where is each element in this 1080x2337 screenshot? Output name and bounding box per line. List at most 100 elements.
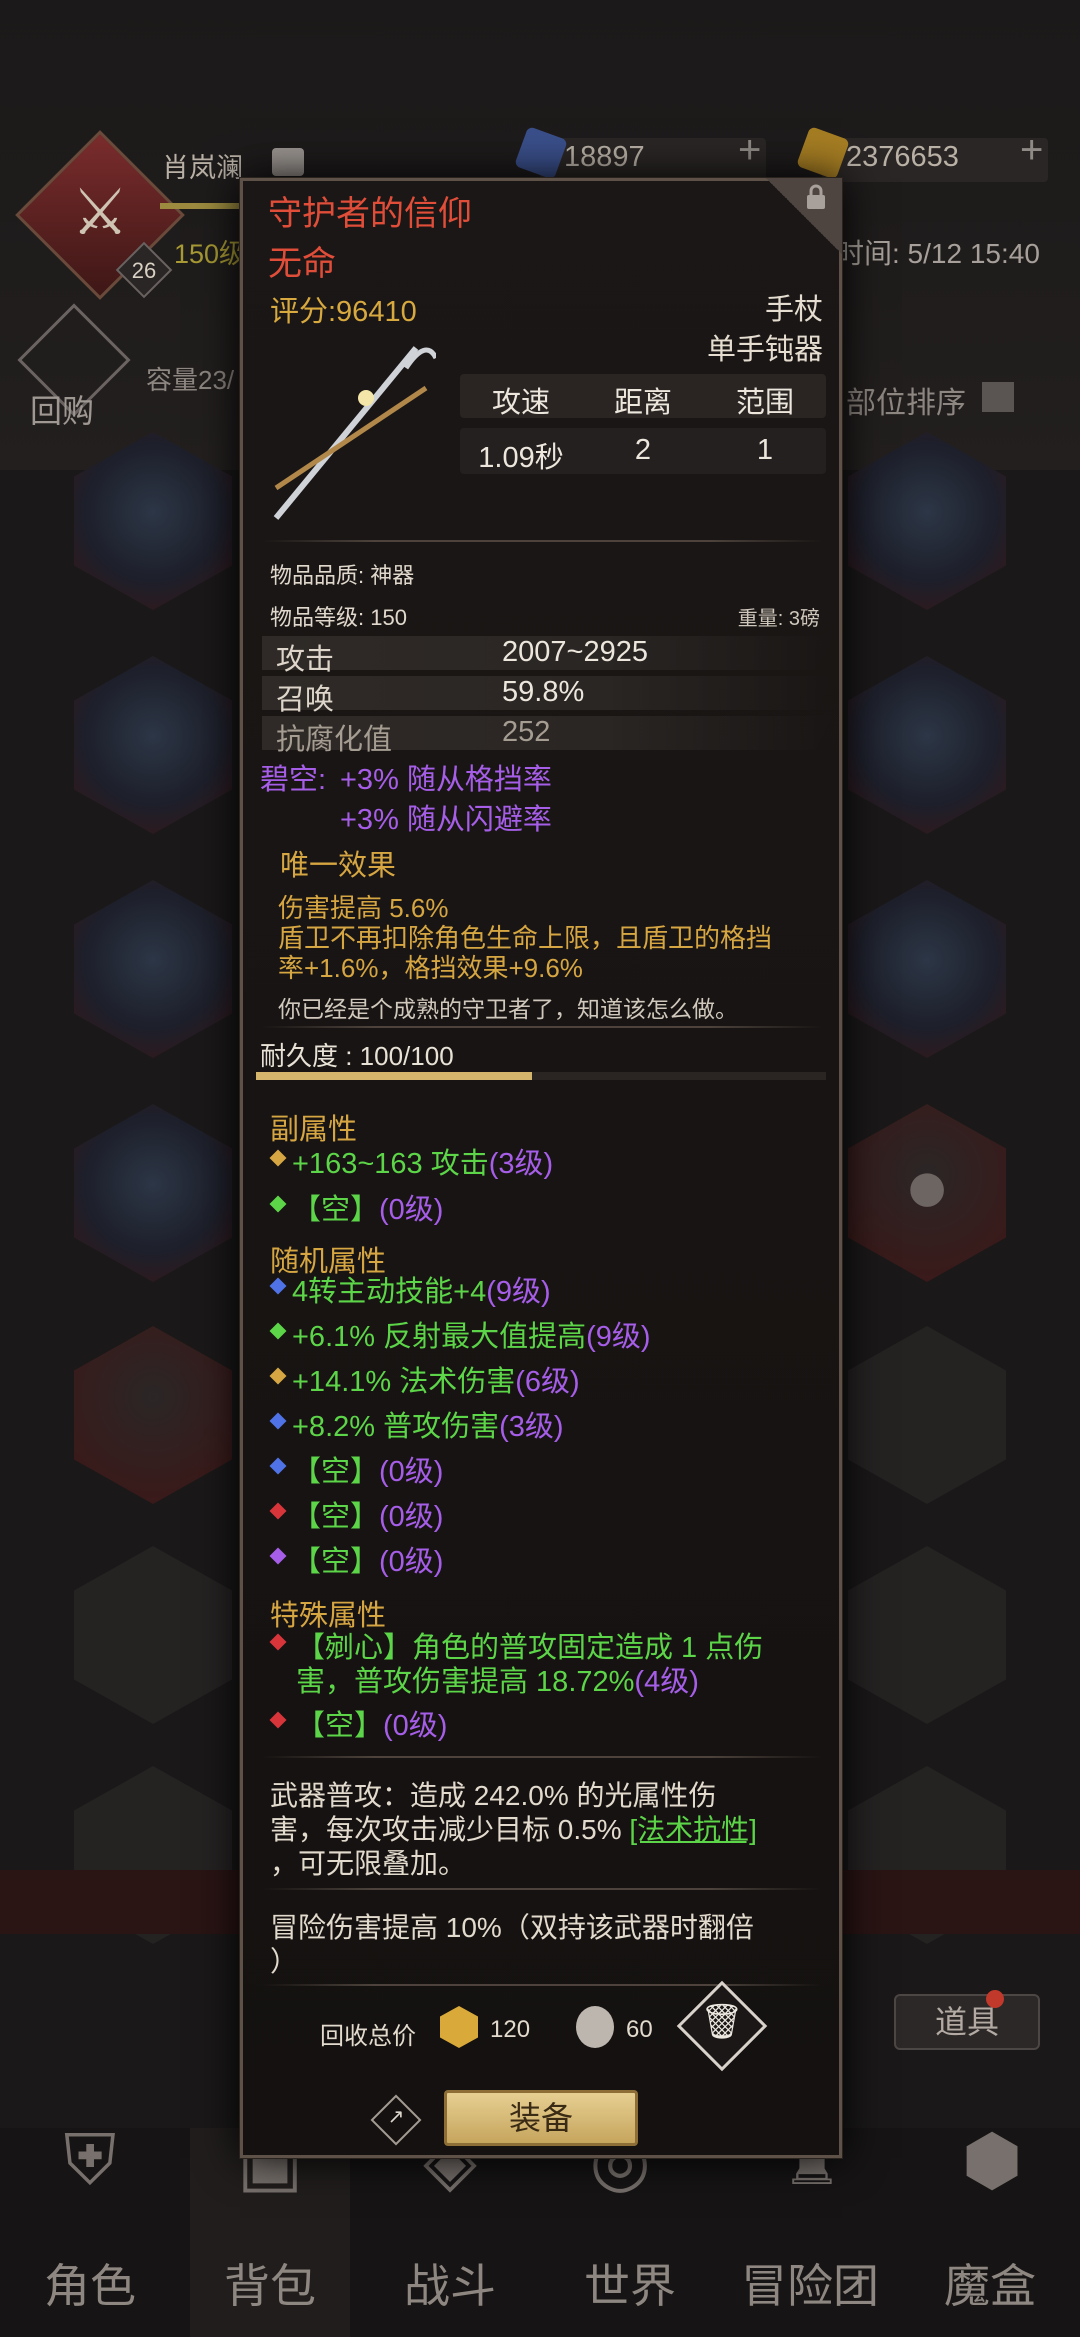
item-quality: 物品品质: 神器 [270, 563, 415, 588]
inventory-slot[interactable] [74, 880, 232, 1058]
attribute-line: +6.1% 反射最大值提高(9级) [292, 1313, 651, 1355]
nav-character[interactable]: 角色 [0, 2250, 180, 2316]
attribute-text: +163~163 攻击 [292, 1148, 489, 1180]
recycle-total-label: 回收总价 [320, 2023, 416, 2050]
item-level: 物品等级: 150 [270, 605, 407, 630]
set-effect: +3% 随从闪避率 [340, 804, 552, 836]
staff-icon [273, 346, 436, 520]
inventory-slot-empty[interactable] [74, 1546, 232, 1724]
add-blue-currency-button[interactable]: + [738, 128, 761, 173]
attribute-name: 抗腐化值 [276, 724, 393, 756]
stats-value-row: 1.09秒 2 1 [460, 428, 826, 474]
adventure-bonus-line: 冒险伤害提高 10%（双持该武器时翻倍 [270, 1912, 754, 1943]
currency-gold-value: 2376653 [846, 141, 959, 173]
stat-header-area: 范围 [735, 387, 794, 419]
divider [262, 1888, 822, 1890]
attribute-text: 【空】 [292, 1456, 380, 1488]
flavor-text: 你已经是个成熟的守卫者了，知道该怎么做。 [278, 996, 738, 1022]
attribute-name: 攻击 [276, 644, 335, 676]
attribute-level: (0级) [379, 1194, 444, 1226]
crossed-swords-icon: ⚔ [71, 176, 129, 248]
helmet-icon[interactable]: ⛨ [44, 2110, 136, 2210]
item-name: 守护者的信仰 [268, 195, 472, 233]
special-attribute-text: 害，普攻伤害提高 18.72% [296, 1666, 635, 1698]
divider [262, 540, 822, 542]
inventory-slot[interactable] [74, 1104, 232, 1282]
cube-icon[interactable]: ⬢ [946, 2110, 1038, 2210]
attribute-name: 召唤 [276, 684, 335, 716]
unique-effect-line: 率+1.6%，格挡效果+9.6% [278, 953, 583, 983]
adventure-bonus-line: ） [270, 1946, 299, 1977]
attribute-line: 4转主动技能+4(9级) [292, 1268, 551, 1310]
recycle-coin-value: 120 [490, 2016, 531, 2043]
set-effect: +3% 随从格挡率 [340, 764, 552, 796]
attribute-text: +8.2% 普攻伤害 [292, 1411, 500, 1443]
attribute-line: 【空】(0级) [292, 1186, 443, 1228]
capacity-label: 容量23/ [146, 365, 235, 395]
currency-blue-value: 18897 [564, 141, 645, 173]
attribute-line: +8.2% 普攻伤害(3级) [292, 1403, 564, 1445]
sort-checkbox[interactable] [982, 382, 1014, 412]
avatar-level-text: 26 [131, 258, 157, 283]
weapon-attack-line: ，可无限叠加。 [270, 1848, 467, 1879]
sort-by-slot-label: 部位排序 [846, 387, 966, 420]
attribute-text: 4转主动技能+4 [292, 1276, 487, 1308]
stat-header-speed: 攻速 [491, 387, 550, 419]
add-gold-currency-button[interactable]: + [1020, 128, 1043, 173]
special-attribute-level: (4级) [634, 1666, 699, 1698]
stats-header-row: 攻速 距离 范围 [460, 374, 826, 419]
notification-dot [986, 1990, 1004, 2008]
special-empty-level: (0级) [383, 1710, 448, 1742]
divider [262, 1756, 822, 1758]
items-tab-button[interactable]: 道具 [894, 1994, 1040, 2050]
dust-icon [576, 2006, 614, 2048]
inventory-slot[interactable] [74, 656, 232, 834]
attribute-level: (3级) [488, 1148, 554, 1180]
attribute-text: +6.1% 反射最大值提高 [292, 1321, 587, 1353]
item-weapon-class: 单手钝器 [706, 334, 823, 366]
inventory-slot[interactable] [848, 656, 1006, 834]
player-level: 150级 [174, 239, 247, 269]
attribute-level: (0级) [379, 1456, 444, 1488]
equip-button[interactable]: 装备 [444, 2090, 638, 2146]
attribute-text: 【空】 [292, 1501, 380, 1533]
nav-world[interactable]: 世界 [540, 2250, 720, 2316]
inventory-slot-empty[interactable] [848, 1546, 1006, 1724]
stat-header-range: 距离 [613, 387, 672, 419]
attribute-level: (3级) [499, 1411, 564, 1443]
special-attribute-line2: 害，普攻伤害提高 18.72%(4级) [296, 1658, 699, 1700]
stat-value-speed: 1.09秒 [478, 442, 564, 474]
attribute-level: (9级) [586, 1321, 651, 1353]
nav-magic-box[interactable]: 魔盒 [900, 2250, 1080, 2316]
inventory-slot[interactable] [74, 1326, 232, 1504]
nav-backpack[interactable]: 背包 [180, 2250, 360, 2316]
lock-icon[interactable] [804, 184, 828, 210]
special-attribute-empty: 【空】(0级) [296, 1702, 447, 1744]
attribute-value: 252 [502, 716, 551, 748]
attribute-level: (9级) [486, 1276, 551, 1308]
durability-label: 耐久度 : 100/100 [260, 1041, 454, 1071]
divider [262, 1984, 822, 1986]
buyback-button[interactable]: 回购 [30, 386, 94, 432]
spell-resistance-link[interactable]: [法术抗性] [629, 1814, 757, 1845]
attribute-text: +14.1% 法术伤害 [292, 1366, 516, 1398]
inventory-slot-empty[interactable] [848, 1326, 1006, 1504]
nav-battle[interactable]: 战斗 [360, 2250, 540, 2316]
attribute-value: 2007~2925 [502, 636, 648, 668]
special-empty-text: 【空】 [296, 1710, 384, 1742]
attribute-level: (6级) [515, 1366, 580, 1398]
stat-value-range: 2 [634, 434, 652, 466]
attribute-line: 【空】(0级) [292, 1493, 443, 1535]
nav-adventure-team[interactable]: 冒险团 [720, 2250, 900, 2316]
item-weight: 重量: 3磅 [737, 608, 820, 630]
set-name: 碧空: [260, 764, 327, 796]
item-type: 手杖 [764, 294, 823, 326]
trash-icon: 🗑 [700, 2003, 744, 2041]
edit-name-icon[interactable] [272, 148, 304, 176]
durability-bar [256, 1072, 532, 1080]
time-label: 时间: 5/12 15:40 [836, 238, 1040, 269]
attribute-level: (0级) [379, 1546, 444, 1578]
inventory-slot[interactable] [848, 880, 1006, 1058]
attribute-line: +163~163 攻击(3级) [292, 1140, 553, 1182]
recycle-dust-value: 60 [626, 2016, 653, 2043]
